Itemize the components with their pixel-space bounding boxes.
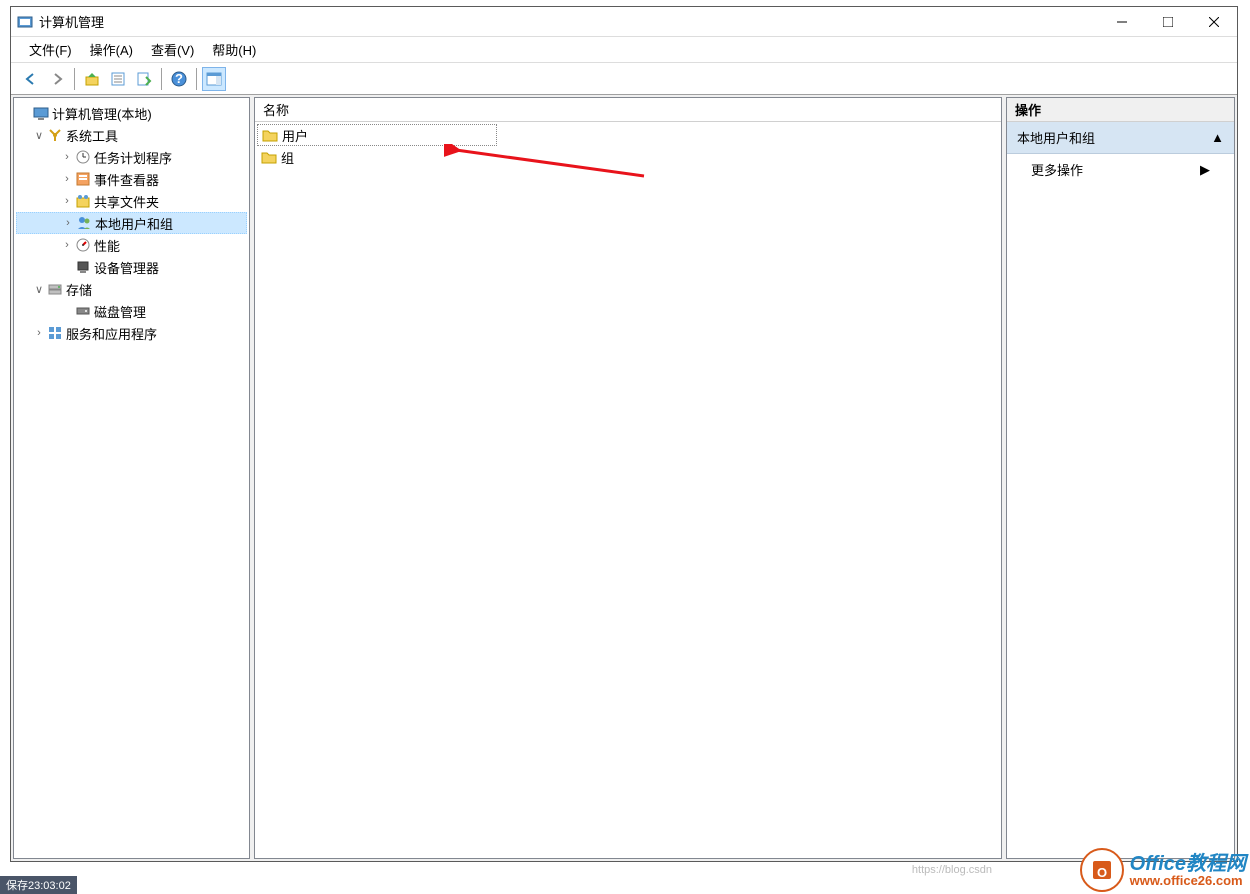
clock-icon <box>74 149 92 165</box>
list-item-groups[interactable]: 组 <box>257 146 999 168</box>
menu-view[interactable]: 查看(V) <box>143 37 202 62</box>
tree-device-manager[interactable]: 设备管理器 <box>16 256 247 278</box>
expand-icon[interactable]: › <box>61 217 75 229</box>
disk-icon <box>74 303 92 319</box>
tree-disk-mgmt[interactable]: 磁盘管理 <box>16 300 247 322</box>
menu-action[interactable]: 操作(A) <box>82 37 141 62</box>
svg-text:O: O <box>1097 865 1107 880</box>
shared-icon <box>74 193 92 209</box>
tree-system-tools[interactable]: ∨ 系统工具 <box>16 124 247 146</box>
tree-storage[interactable]: ∨ 存储 <box>16 278 247 300</box>
action-more[interactable]: 更多操作 ▶ <box>1007 154 1234 185</box>
tree-performance[interactable]: › 性能 <box>16 234 247 256</box>
tools-icon <box>46 127 64 143</box>
list-panel: 名称 用户 组 <box>254 97 1002 859</box>
window-controls <box>1099 7 1237 37</box>
expand-icon[interactable]: › <box>60 195 74 207</box>
list-body[interactable]: 用户 组 <box>255 122 1001 858</box>
computer-icon <box>32 105 50 121</box>
tree-local-users[interactable]: › 本地用户和组 <box>16 212 247 234</box>
action-label: 更多操作 <box>1031 160 1083 179</box>
watermark-title: Office教程网 <box>1130 854 1246 874</box>
svg-text:?: ? <box>175 71 183 86</box>
app-icon <box>17 14 33 30</box>
tree-label: 服务和应用程序 <box>66 324 157 343</box>
titlebar: 计算机管理 <box>11 7 1237 37</box>
tree-label: 共享文件夹 <box>94 192 159 211</box>
content-area: 计算机管理(本地) ∨ 系统工具 › 任务计划程序 › 事件查看器 › 共享文件… <box>11 95 1237 861</box>
list-item-label: 组 <box>281 148 294 167</box>
collapse-icon: ▲ <box>1211 130 1224 145</box>
back-button[interactable] <box>19 67 43 91</box>
tree-label: 磁盘管理 <box>94 302 146 321</box>
tree-shared-folders[interactable]: › 共享文件夹 <box>16 190 247 212</box>
menu-file[interactable]: 文件(F) <box>21 37 80 62</box>
expand-icon[interactable]: › <box>60 151 74 163</box>
tree-task-scheduler[interactable]: › 任务计划程序 <box>16 146 247 168</box>
chevron-right-icon: ▶ <box>1200 162 1210 178</box>
tree-root[interactable]: 计算机管理(本地) <box>16 102 247 124</box>
separator <box>74 68 75 90</box>
performance-icon <box>74 237 92 253</box>
computer-management-window: 计算机管理 文件(F) 操作(A) 查看(V) 帮助(H) ? 计算 <box>10 6 1238 862</box>
action-section-label: 本地用户和组 <box>1017 128 1095 147</box>
actions-panel: 操作 本地用户和组 ▲ 更多操作 ▶ <box>1006 97 1235 859</box>
show-hide-button[interactable] <box>202 67 226 91</box>
tree-label: 存储 <box>66 280 92 299</box>
watermark-url: www.office26.com <box>1130 874 1246 887</box>
up-button[interactable] <box>80 67 104 91</box>
toolbar: ? <box>11 63 1237 95</box>
tree-label: 设备管理器 <box>94 258 159 277</box>
tree-services-apps[interactable]: › 服务和应用程序 <box>16 322 247 344</box>
folder-icon <box>262 128 278 142</box>
url-hint: https://blog.csdn <box>912 864 992 876</box>
properties-button[interactable] <box>106 67 130 91</box>
tree-event-viewer[interactable]: › 事件查看器 <box>16 168 247 190</box>
minimize-button[interactable] <box>1099 7 1145 37</box>
folder-icon <box>261 150 277 164</box>
expand-icon[interactable]: › <box>32 327 46 339</box>
close-button[interactable] <box>1191 7 1237 37</box>
watermark: O Office教程网 www.office26.com <box>1080 848 1246 892</box>
tree-label: 计算机管理(本地) <box>52 104 152 123</box>
footer-timestamp: 保存23:03:02 <box>0 876 77 894</box>
collapse-icon[interactable]: ∨ <box>32 129 46 142</box>
tree-label: 任务计划程序 <box>94 148 172 167</box>
separator <box>196 68 197 90</box>
menu-help[interactable]: 帮助(H) <box>204 37 264 62</box>
device-icon <box>74 259 92 275</box>
help-button[interactable]: ? <box>167 67 191 91</box>
collapse-icon[interactable]: ∨ <box>32 283 46 296</box>
expand-icon[interactable]: › <box>60 239 74 251</box>
tree-label: 事件查看器 <box>94 170 159 189</box>
tree-label: 系统工具 <box>66 126 118 145</box>
list-item-users[interactable]: 用户 <box>257 124 497 146</box>
users-icon <box>75 215 93 231</box>
watermark-logo-icon: O <box>1080 848 1124 892</box>
list-header-name[interactable]: 名称 <box>255 98 1001 122</box>
maximize-button[interactable] <box>1145 7 1191 37</box>
tree-label: 本地用户和组 <box>95 214 173 233</box>
storage-icon <box>46 281 64 297</box>
list-item-label: 用户 <box>282 126 308 145</box>
window-title: 计算机管理 <box>39 12 1099 31</box>
action-section-local-users[interactable]: 本地用户和组 ▲ <box>1007 122 1234 154</box>
tree-panel[interactable]: 计算机管理(本地) ∨ 系统工具 › 任务计划程序 › 事件查看器 › 共享文件… <box>13 97 250 859</box>
menubar: 文件(F) 操作(A) 查看(V) 帮助(H) <box>11 37 1237 63</box>
forward-button[interactable] <box>45 67 69 91</box>
services-icon <box>46 325 64 341</box>
event-icon <box>74 171 92 187</box>
export-button[interactable] <box>132 67 156 91</box>
separator <box>161 68 162 90</box>
actions-header: 操作 <box>1007 98 1234 122</box>
tree-label: 性能 <box>94 236 120 255</box>
expand-icon[interactable]: › <box>60 173 74 185</box>
